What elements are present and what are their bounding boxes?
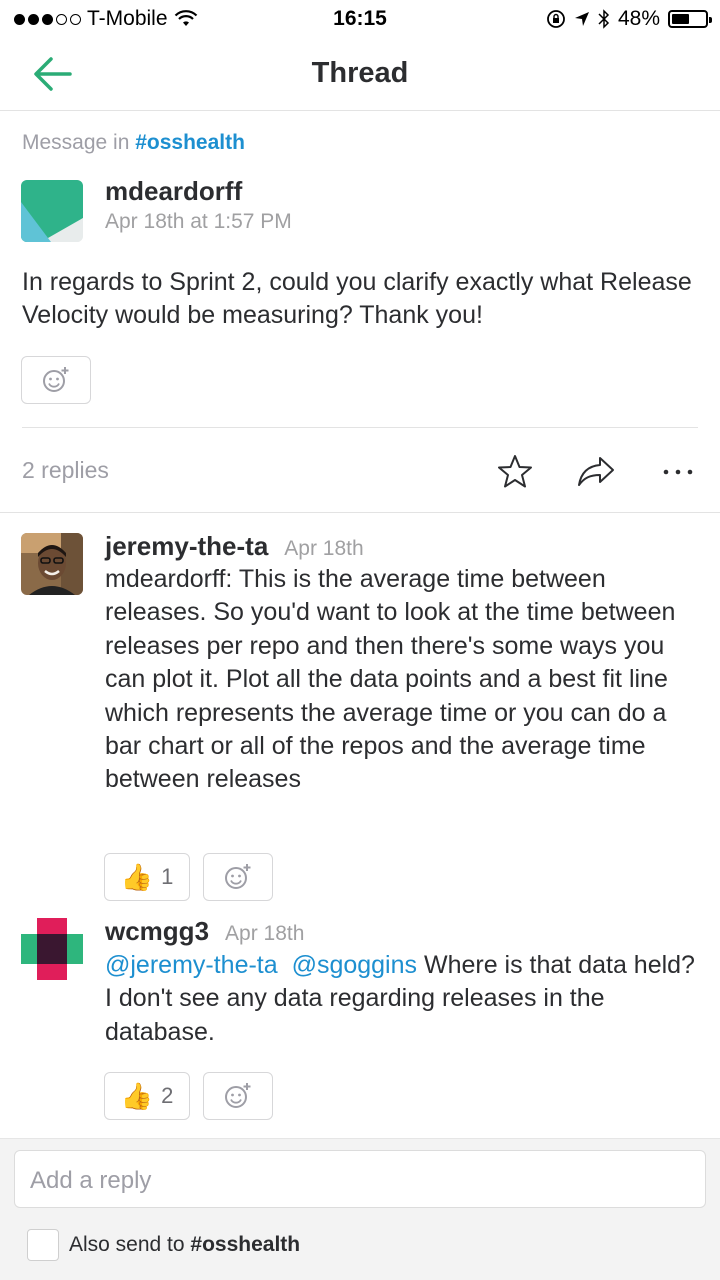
mdeardorff-avatar-image	[21, 180, 83, 242]
reply-author[interactable]: jeremy-the-ta	[105, 531, 268, 562]
location-icon	[574, 12, 589, 26]
add-reaction-icon	[225, 1083, 251, 1108]
add-reaction-button[interactable]	[203, 853, 273, 901]
reply-text: @jeremy-the-ta @sgoggins Where is that d…	[105, 949, 695, 1049]
reply-input[interactable]: Add a reply	[14, 1150, 706, 1208]
page-title: Thread	[311, 57, 409, 89]
also-send-channel: #osshealth	[190, 1233, 301, 1256]
share-icon[interactable]	[576, 452, 616, 492]
mention-link[interactable]: @jeremy-the-ta	[105, 951, 278, 979]
also-send-label: Also send to #osshealth	[69, 1233, 300, 1257]
status-bar: T-Mobile 16:15 48%	[0, 0, 720, 38]
reaction-count: 1	[161, 864, 174, 889]
avatar[interactable]	[21, 533, 83, 595]
reply-author[interactable]: wcmgg3	[105, 916, 209, 947]
divider	[0, 512, 720, 513]
battery-percent: 48%	[617, 7, 660, 30]
reply-timestamp: Apr 18th	[225, 922, 305, 945]
jeremy-avatar-image	[21, 533, 83, 595]
thumbs-up-reaction[interactable]: 👍 1	[104, 853, 190, 901]
thread-header: Thread	[0, 38, 720, 111]
avatar[interactable]	[21, 918, 83, 980]
thumbs-up-icon: 👍	[120, 1081, 154, 1111]
message-timestamp: Apr 18th at 1:57 PM	[105, 210, 292, 233]
add-reaction-button[interactable]	[203, 1072, 273, 1120]
bluetooth-icon	[598, 9, 610, 29]
reply-header: wcmgg3 Apr 18th	[105, 916, 304, 947]
message-context: Message in #osshealth	[22, 131, 245, 155]
battery-icon	[668, 10, 712, 28]
reply-timestamp: Apr 18th	[284, 537, 364, 560]
also-send-checkbox[interactable]	[27, 1229, 59, 1261]
avatar[interactable]	[21, 180, 83, 242]
also-send-prefix: Also send to	[69, 1233, 185, 1256]
thumbs-up-icon: 👍	[120, 862, 154, 892]
wcmgg3-avatar-image	[21, 918, 83, 980]
reply-text: mdeardorff: This is the average time bet…	[105, 565, 676, 794]
star-icon[interactable]	[495, 452, 535, 492]
add-reaction-icon	[43, 367, 69, 392]
mention-link[interactable]: @sgoggins	[292, 951, 417, 979]
message-text: In regards to Sprint 2, could you clarif…	[22, 268, 692, 329]
more-options-icon[interactable]	[658, 452, 698, 492]
reply-composer: Add a reply Also send to #osshealth	[0, 1138, 720, 1280]
context-prefix: Message in	[22, 131, 130, 154]
reply-header: jeremy-the-ta Apr 18th	[105, 531, 364, 562]
channel-link[interactable]: #osshealth	[135, 131, 245, 154]
orientation-lock-icon	[547, 10, 565, 28]
add-reaction-icon	[225, 864, 251, 889]
replies-bar: 2 replies	[0, 428, 720, 512]
message-author[interactable]: mdeardorff	[105, 176, 242, 207]
replies-count: 2 replies	[22, 457, 109, 483]
reaction-count: 2	[161, 1083, 174, 1108]
add-reaction-button[interactable]	[21, 356, 91, 404]
system-indicators: 48%	[546, 7, 712, 31]
thumbs-up-reaction[interactable]: 👍 2	[104, 1072, 190, 1120]
